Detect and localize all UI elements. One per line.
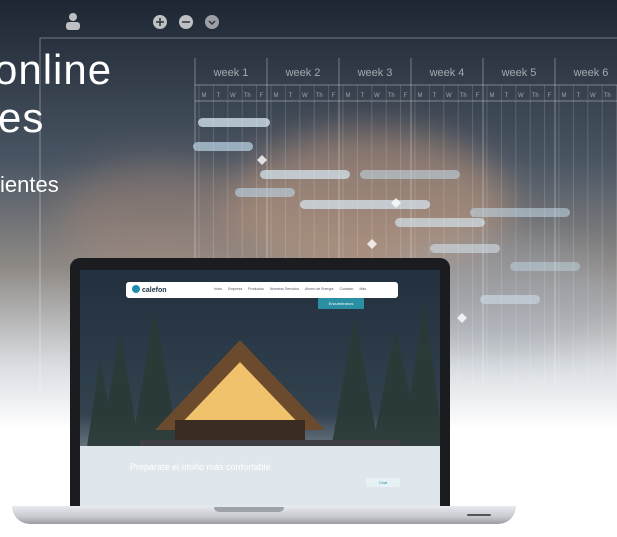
gantt-milestone-icon [367,239,377,249]
gantt-day-label: M [562,93,567,99]
gantt-day-label: W [446,93,452,99]
gantt-task-bar [198,118,270,127]
gantt-day-label: M [346,93,351,99]
nav-link[interactable]: Contacto [339,287,353,291]
gantt-day-label: Th [532,93,539,99]
gantt-day-label: M [202,93,207,99]
gantt-task-bar [300,200,430,209]
gantt-day-label: F [260,93,264,99]
gantt-week-label: week 4 [429,67,465,79]
gantt-day-label: Th [604,93,611,99]
gantt-day-label: T [433,93,437,99]
gantt-day-label: W [230,93,236,99]
website-nav-links: Inicio Empresa Productos Nuestros Servic… [214,287,371,291]
gantt-day-label: F [548,93,552,99]
gantt-week-label: week 2 [285,67,321,79]
nav-link[interactable]: Ahorro de Energía [305,287,334,291]
gantt-day-label: T [577,93,581,99]
laptop-indicator [467,514,491,516]
gantt-week-label: week 5 [501,67,537,79]
nav-link[interactable]: Más [359,287,366,291]
gantt-day-label: W [590,93,596,99]
gantt-day-label: F [404,93,408,99]
gantt-week-label: week 1 [213,67,249,79]
gantt-task-bar [235,188,295,197]
gantt-milestone-icon [257,155,267,165]
zoom-out-icon [179,15,193,29]
gantt-day-label: Th [316,93,323,99]
gantt-day-label: Th [244,93,251,99]
logo-mark-icon [132,285,140,293]
gantt-week-label: week 6 [573,67,609,79]
website-logo-text: calefon [142,287,167,294]
gantt-day-label: W [374,93,380,99]
website-navbar: calefon Inicio Empresa Productos Nuestro… [126,282,398,298]
nav-link[interactable]: Empresa [228,287,242,291]
laptop-notch [214,507,284,512]
gantt-task-bar [480,295,540,304]
gantt-day-label: Th [460,93,467,99]
website-chat-button[interactable]: Chat [366,478,400,487]
website-cta-button[interactable]: Encuéntranos [318,298,364,309]
gantt-day-label: M [274,93,279,99]
hero-banner: week 1 week 2 week 3 week 4 week 5 week 6 M T W… [0,0,617,537]
nav-link[interactable]: Nuestros Servicios [270,287,299,291]
dropdown-icon [205,15,219,29]
website-logo[interactable]: calefon [132,285,167,294]
nav-link[interactable]: Inicio [214,287,222,291]
nav-link[interactable]: Productos [248,287,264,291]
zoom-in-icon [153,15,167,29]
gantt-day-label: T [505,93,509,99]
gantt-day-label: W [302,93,308,99]
gantt-day-label: W [518,93,524,99]
hero-title: online es [0,46,112,142]
gantt-task-bar [193,142,253,151]
hero-title-line1: online [0,46,113,93]
gantt-day-label: F [476,93,480,99]
hero-title-line2: es [0,94,45,141]
gantt-week-label: week 3 [357,67,393,79]
gantt-day-label: T [217,93,221,99]
gantt-task-bar [430,244,500,253]
user-icon [66,13,80,30]
website-scene-illustration [80,270,440,510]
gantt-task-bar [470,208,570,217]
gantt-day-label: M [490,93,495,99]
laptop-screen: calefon Inicio Empresa Productos Nuestro… [80,270,440,510]
gantt-task-bar [510,262,580,271]
gantt-day-label: T [289,93,293,99]
gantt-day-label: F [332,93,336,99]
hero-subtitle: ientes [0,172,59,197]
gantt-day-label: M [418,93,423,99]
website-headline: Prepárate el otoño más confortable [130,462,271,472]
gantt-day-label: T [361,93,365,99]
gantt-task-bar [395,218,485,227]
gantt-task-bar [360,170,460,179]
laptop-lid: calefon Inicio Empresa Productos Nuestro… [70,258,450,510]
gantt-day-label: Th [388,93,395,99]
gantt-task-bar [260,170,350,179]
